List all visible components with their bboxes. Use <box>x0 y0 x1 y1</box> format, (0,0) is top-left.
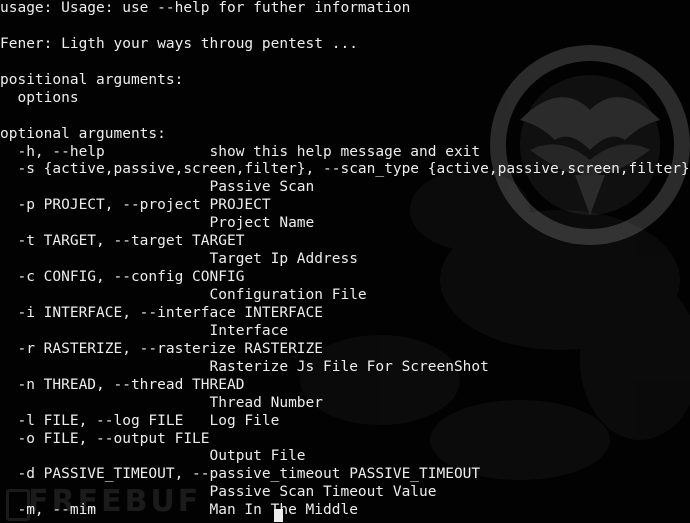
terminal-window[interactable]: usage: Usage: use --help for futher info… <box>0 0 690 523</box>
terminal-line: -o FILE, --output FILE <box>0 430 210 447</box>
terminal-line: Target Ip Address <box>0 251 358 268</box>
terminal-line: Interface <box>0 322 289 339</box>
terminal-line: -t TARGET, --target TARGET <box>0 233 245 250</box>
terminal-line: optional arguments: <box>0 125 166 142</box>
terminal-line: -p PROJECT, --project PROJECT <box>0 197 271 214</box>
text-cursor <box>274 509 283 522</box>
terminal-line: -i INTERFACE, --interface INTERFACE <box>0 304 324 321</box>
terminal-line: options <box>0 89 79 106</box>
terminal-line: Thread Number <box>0 394 324 411</box>
terminal-line: Output File <box>0 448 306 465</box>
terminal-line: Rasterize Js File For ScreenShot <box>0 358 489 375</box>
terminal-output: usage: Usage: use --help for futher info… <box>0 0 690 520</box>
terminal-line: -s {active,passive,screen,filter}, --sca… <box>0 161 690 178</box>
terminal-line: Fener: Ligth your ways throug pentest ..… <box>0 35 358 52</box>
terminal-line: Passive Scan Timeout Value <box>0 484 437 501</box>
terminal-line: -n THREAD, --thread THREAD <box>0 376 245 393</box>
terminal-line: positional arguments: <box>0 71 184 88</box>
terminal-line: Project Name <box>0 215 315 232</box>
terminal-line: Configuration File <box>0 287 367 303</box>
terminal-line: -d PASSIVE_TIMEOUT, --passive_timeout PA… <box>0 466 481 483</box>
terminal-line: Passive Scan <box>0 179 315 196</box>
terminal-line: -c CONFIG, --config CONFIG <box>0 269 245 286</box>
terminal-line: -m, --mim Man In The Middle <box>0 502 358 519</box>
terminal-line: -r RASTERIZE, --rasterize RASTERIZE <box>0 340 324 357</box>
terminal-line: usage: Usage: use --help for futher info… <box>0 0 411 16</box>
terminal-line: -h, --help show this help message and ex… <box>0 143 481 160</box>
terminal-line: -l FILE, --log FILE Log File <box>0 412 280 429</box>
